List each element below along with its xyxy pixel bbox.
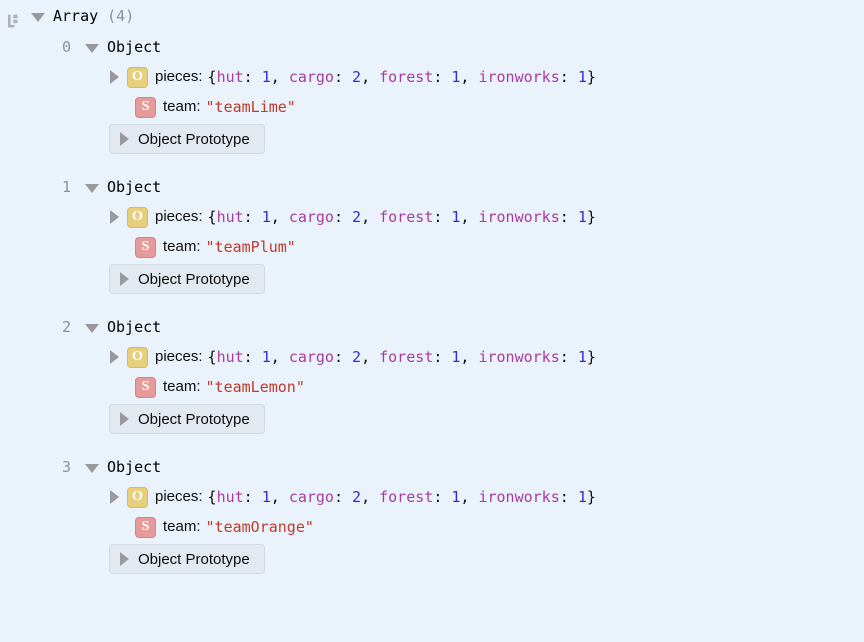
array-root-row[interactable]: Array (4): [0, 0, 864, 32]
property-key-pieces: pieces: [155, 68, 199, 85]
prototype-row: Object Prototype: [0, 122, 864, 156]
array-expand-twisty[interactable]: [31, 12, 45, 22]
string-type-badge: S: [135, 96, 156, 118]
object-expand-twisty[interactable]: [85, 183, 99, 193]
list-tree-icon: [6, 9, 22, 28]
array-index-label: 1: [61, 178, 71, 196]
string-type-badge: S: [135, 376, 156, 398]
property-row-pieces[interactable]: O pieces: {hut: 1, cargo: 2, forest: 1, …: [0, 202, 864, 232]
object-type-badge: O: [127, 346, 148, 368]
object-expand-twisty[interactable]: [85, 43, 99, 53]
property-row-pieces[interactable]: O pieces: {hut: 1, cargo: 2, forest: 1, …: [0, 62, 864, 92]
property-key-team: team: [163, 378, 197, 395]
team-value: "teamOrange": [205, 518, 314, 536]
prototype-row: Object Prototype: [0, 542, 864, 576]
object-expand-twisty[interactable]: [85, 463, 99, 473]
pieces-summary-value: {hut: 1, cargo: 2, forest: 1, ironworks:…: [207, 208, 596, 226]
property-row-team[interactable]: S team: "teamLemon": [0, 372, 864, 402]
property-key-team: team: [163, 98, 197, 115]
array-label: Array: [53, 7, 99, 25]
team-value: "teamPlum": [205, 238, 296, 256]
entry-spacer: [0, 156, 864, 172]
pieces-expand-twisty[interactable]: [110, 70, 119, 84]
object-inspector-panel: Array (4) 0 Object O pieces: {hut: 1, ca…: [0, 0, 864, 642]
property-colon: :: [196, 378, 201, 395]
team-value: "teamLime": [205, 98, 296, 116]
pieces-summary-value: {hut: 1, cargo: 2, forest: 1, ironworks:…: [207, 488, 596, 506]
prototype-expand-twisty[interactable]: [120, 552, 129, 566]
property-colon: :: [198, 208, 203, 225]
property-colon: :: [196, 238, 201, 255]
string-type-badge: S: [135, 516, 156, 538]
prototype-row: Object Prototype: [0, 262, 864, 296]
object-type-badge: O: [127, 66, 148, 88]
property-colon: :: [198, 68, 203, 85]
object-prototype-button[interactable]: Object Prototype: [109, 264, 265, 294]
entry-spacer: [0, 436, 864, 452]
property-key-pieces: pieces: [155, 488, 199, 505]
object-node-label: Object: [107, 178, 162, 196]
prototype-expand-twisty[interactable]: [120, 272, 129, 286]
pieces-expand-twisty[interactable]: [110, 210, 119, 224]
property-row-team[interactable]: S team: "teamPlum": [0, 232, 864, 262]
object-expand-twisty[interactable]: [85, 323, 99, 333]
array-entry: 3 Object O pieces: {hut: 1, cargo: 2, fo…: [0, 452, 864, 576]
property-colon: :: [198, 488, 203, 505]
property-key-team: team: [163, 238, 197, 255]
property-colon: :: [196, 98, 201, 115]
object-prototype-label: Object Prototype: [138, 410, 250, 428]
property-row-team[interactable]: S team: "teamLime": [0, 92, 864, 122]
property-row-team[interactable]: S team: "teamOrange": [0, 512, 864, 542]
array-count: (4): [107, 7, 135, 25]
array-index-label: 2: [61, 318, 71, 336]
prototype-expand-twisty[interactable]: [120, 412, 129, 426]
object-prototype-label: Object Prototype: [138, 130, 250, 148]
property-row-pieces[interactable]: O pieces: {hut: 1, cargo: 2, forest: 1, …: [0, 342, 864, 372]
array-entry: 1 Object O pieces: {hut: 1, cargo: 2, fo…: [0, 172, 864, 312]
prototype-row: Object Prototype: [0, 402, 864, 436]
property-row-pieces[interactable]: O pieces: {hut: 1, cargo: 2, forest: 1, …: [0, 482, 864, 512]
array-index-row[interactable]: 3 Object: [0, 452, 864, 482]
pieces-expand-twisty[interactable]: [110, 350, 119, 364]
array-index-row[interactable]: 2 Object: [0, 312, 864, 342]
object-type-badge: O: [127, 206, 148, 228]
property-key-pieces: pieces: [155, 348, 199, 365]
property-key-team: team: [163, 518, 197, 535]
object-node-label: Object: [107, 318, 162, 336]
property-colon: :: [196, 518, 201, 535]
array-index-label: 3: [61, 458, 71, 476]
array-entry: 0 Object O pieces: {hut: 1, cargo: 2, fo…: [0, 32, 864, 172]
property-colon: :: [198, 348, 203, 365]
object-type-badge: O: [127, 486, 148, 508]
object-prototype-button[interactable]: Object Prototype: [109, 124, 265, 154]
array-index-label: 0: [61, 38, 71, 56]
object-prototype-button[interactable]: Object Prototype: [109, 544, 265, 574]
array-index-row[interactable]: 0 Object: [0, 32, 864, 62]
prototype-expand-twisty[interactable]: [120, 132, 129, 146]
array-entry: 2 Object O pieces: {hut: 1, cargo: 2, fo…: [0, 312, 864, 452]
object-prototype-label: Object Prototype: [138, 550, 250, 568]
property-key-pieces: pieces: [155, 208, 199, 225]
object-node-label: Object: [107, 458, 162, 476]
pieces-expand-twisty[interactable]: [110, 490, 119, 504]
object-node-label: Object: [107, 38, 162, 56]
entry-spacer: [0, 296, 864, 312]
array-index-row[interactable]: 1 Object: [0, 172, 864, 202]
object-prototype-button[interactable]: Object Prototype: [109, 404, 265, 434]
string-type-badge: S: [135, 236, 156, 258]
pieces-summary-value: {hut: 1, cargo: 2, forest: 1, ironworks:…: [207, 348, 596, 366]
pieces-summary-value: {hut: 1, cargo: 2, forest: 1, ironworks:…: [207, 68, 596, 86]
object-prototype-label: Object Prototype: [138, 270, 250, 288]
team-value: "teamLemon": [205, 378, 305, 396]
